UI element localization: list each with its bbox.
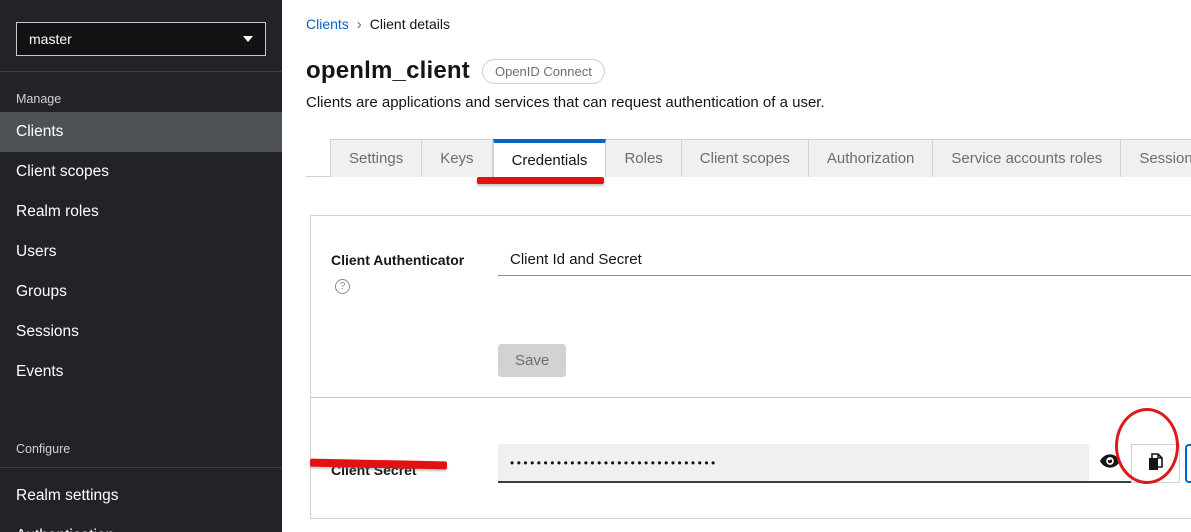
nav-divider: [0, 467, 282, 468]
sidebar-item-authentication[interactable]: Authentication: [0, 516, 282, 532]
client-secret-label-cell: Client Secret: [331, 444, 498, 478]
protocol-badge: OpenID Connect: [482, 59, 605, 84]
page-description: Clients are applications and services th…: [306, 94, 1191, 111]
page-title: openlm_client: [306, 57, 470, 85]
sidebar-item-events[interactable]: Events: [0, 352, 282, 392]
breadcrumb-separator-icon: ›: [357, 17, 362, 32]
manage-nav-list: Clients Client scopes Realm roles Users …: [0, 112, 282, 392]
sidebar-item-realm-settings[interactable]: Realm settings: [0, 476, 282, 516]
client-authenticator-label-cell: Client Authenticator: [331, 244, 498, 294]
sidebar-item-groups[interactable]: Groups: [0, 272, 282, 312]
client-authenticator-label: Client Authenticator: [331, 244, 498, 268]
client-secret-input-group: [498, 444, 1191, 483]
client-secret-label: Client Secret: [331, 454, 498, 478]
tab-credentials[interactable]: Credentials: [493, 139, 607, 178]
eye-icon: [1100, 454, 1120, 471]
copy-icon: [1147, 452, 1165, 475]
tab-authorization[interactable]: Authorization: [809, 139, 934, 177]
sidebar-item-realm-roles[interactable]: Realm roles: [0, 192, 282, 232]
realm-name: master: [29, 31, 72, 47]
tab-roles[interactable]: Roles: [606, 139, 681, 177]
client-tabs: Settings Keys Credentials Roles Client s…: [306, 139, 1191, 177]
breadcrumb-current: Client details: [370, 16, 450, 32]
show-secret-button[interactable]: [1089, 444, 1131, 483]
client-authenticator-select[interactable]: Client Id and Secret: [498, 244, 1191, 276]
tab-settings[interactable]: Settings: [330, 139, 422, 177]
realm-selector[interactable]: master: [16, 22, 266, 56]
tab-client-scopes[interactable]: Client scopes: [682, 139, 809, 177]
regenerate-button[interactable]: [1185, 444, 1191, 483]
sidebar-item-clients[interactable]: Clients: [0, 112, 282, 152]
tab-service-accounts-roles[interactable]: Service accounts roles: [933, 139, 1121, 177]
save-button[interactable]: Save: [498, 344, 566, 377]
sidebar-item-sessions[interactable]: Sessions: [0, 312, 282, 352]
save-row: Save: [331, 344, 1191, 377]
help-icon[interactable]: [335, 279, 350, 294]
keycloak-admin-console: master Manage Clients Client scopes Real…: [0, 0, 1191, 532]
configure-nav-list: Realm settings Authentication: [0, 476, 282, 532]
client-authenticator-row: Client Authenticator Client Id and Secre…: [331, 244, 1191, 294]
caret-down-icon: [243, 36, 253, 42]
copy-secret-button[interactable]: [1131, 444, 1180, 483]
client-secret-row: Client Secret: [331, 444, 1191, 483]
client-secret-input[interactable]: [498, 444, 1089, 483]
section-divider: [311, 397, 1191, 398]
main-content: Clients › Client details openlm_client O…: [282, 0, 1191, 532]
breadcrumb-clients-link[interactable]: Clients: [306, 16, 349, 32]
tab-keys[interactable]: Keys: [422, 139, 492, 177]
tab-sessions[interactable]: Sessions: [1121, 139, 1191, 177]
nav-section-configure: Configure: [0, 422, 282, 456]
nav-section-manage: Manage: [0, 72, 282, 106]
credentials-card: Client Authenticator Client Id and Secre…: [310, 215, 1191, 519]
sidebar-item-users[interactable]: Users: [0, 232, 282, 272]
sidebar: master Manage Clients Client scopes Real…: [0, 0, 282, 532]
page-header: openlm_client OpenID Connect: [306, 57, 1191, 85]
realm-selector-section: master: [0, 0, 282, 72]
sidebar-item-client-scopes[interactable]: Client scopes: [0, 152, 282, 192]
breadcrumb: Clients › Client details: [306, 16, 1191, 32]
